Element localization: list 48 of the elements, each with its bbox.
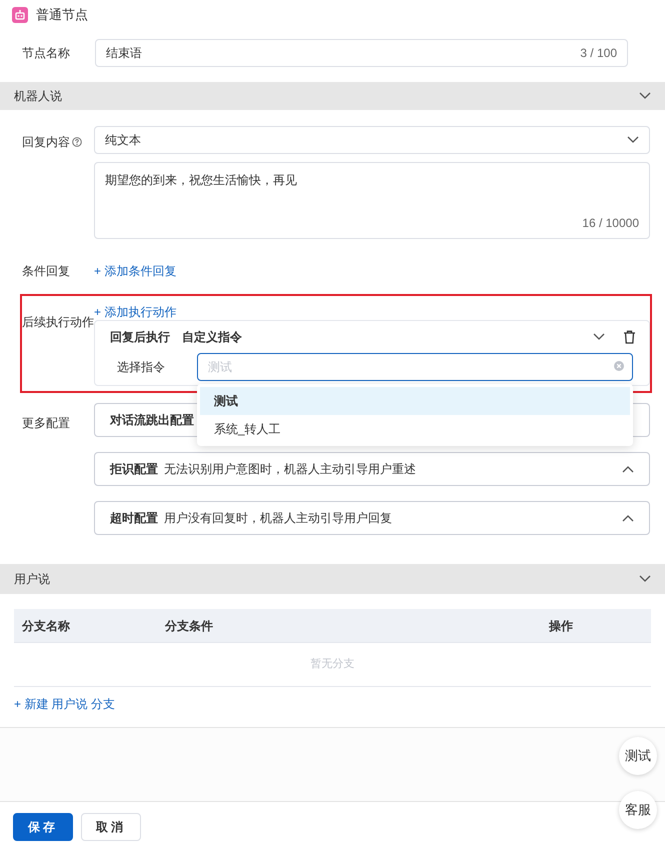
config-panel[interactable]: 对话流跳出配置 xyxy=(94,403,200,437)
chevron-down-icon[interactable] xyxy=(639,92,651,100)
char-counter: 16 / 10000 xyxy=(582,215,639,232)
reply-type-select[interactable]: 纯文本 xyxy=(94,126,650,154)
section-header[interactable]: 机器人说 xyxy=(0,82,665,110)
cancel-button[interactable]: 取消 xyxy=(81,812,141,840)
action-trigger: 回复后执行 xyxy=(110,329,171,346)
node-title: 普通节点 xyxy=(36,6,88,24)
field-label: 节点名称 xyxy=(22,46,70,60)
action-type: 自定义指令 xyxy=(182,329,243,346)
field-label: 条件回复 xyxy=(22,264,70,278)
column-header: 操作 xyxy=(549,618,574,634)
config-title: 拒识配置 xyxy=(110,461,158,478)
robot-icon xyxy=(12,7,28,23)
field-label: 回复内容 xyxy=(22,134,70,151)
empty-text: 暂无分支 xyxy=(310,657,354,672)
reply-text-area[interactable]: 期望您的到来，祝您生活愉快，再见 16 / 10000 xyxy=(94,162,650,239)
dropdown-option[interactable]: 测试 xyxy=(200,387,630,415)
config-description: 无法识别用户意图时，机器人主动引导用户重述 xyxy=(164,461,417,478)
column-header: 分支条件 xyxy=(165,618,214,634)
trash-icon[interactable] xyxy=(623,330,636,344)
chevron-down-icon[interactable] xyxy=(639,575,651,583)
chevron-down-icon[interactable] xyxy=(593,333,605,341)
config-description: 用户没有回复时，机器人主动引导用户回复 xyxy=(164,510,393,527)
field-label: 更多配置 xyxy=(22,416,70,430)
dropdown-option[interactable]: 系统_转人工 xyxy=(200,415,630,443)
chevron-up-icon[interactable] xyxy=(622,514,634,522)
node-name-field[interactable]: 结束语 3 / 100 xyxy=(95,39,628,67)
field-label: 后续执行动作 xyxy=(22,315,94,329)
column-header: 分支名称 xyxy=(22,618,71,634)
new-branch-link[interactable]: + 新建 用户说 分支 xyxy=(14,695,651,713)
chevron-up-icon[interactable] xyxy=(622,465,634,473)
add-action-link[interactable]: + 添加执行动作 xyxy=(94,305,650,319)
save-button[interactable]: 保存 xyxy=(13,812,73,840)
section-header[interactable]: 用户说 xyxy=(0,564,665,594)
config-title: 对话流跳出配置 xyxy=(110,412,194,429)
config-panel[interactable]: 超时配置 用户没有回复时，机器人主动引导用户回复 xyxy=(94,501,650,535)
char-counter: 3 / 100 xyxy=(580,45,617,62)
section-title: 用户说 xyxy=(14,571,50,588)
section-title: 机器人说 xyxy=(14,88,62,105)
config-panel[interactable]: 拒识配置 无法识别用户意图时，机器人主动引导用户重述 xyxy=(94,452,650,486)
add-condition-link[interactable]: + 添加条件回复 xyxy=(94,262,176,280)
help-icon[interactable] xyxy=(72,137,82,147)
command-field[interactable]: 测试 xyxy=(197,353,633,381)
field-label: 选择指令 xyxy=(116,359,166,376)
chevron-down-icon[interactable] xyxy=(627,136,639,144)
config-title: 超时配置 xyxy=(110,510,158,527)
panel-edge xyxy=(630,403,650,437)
